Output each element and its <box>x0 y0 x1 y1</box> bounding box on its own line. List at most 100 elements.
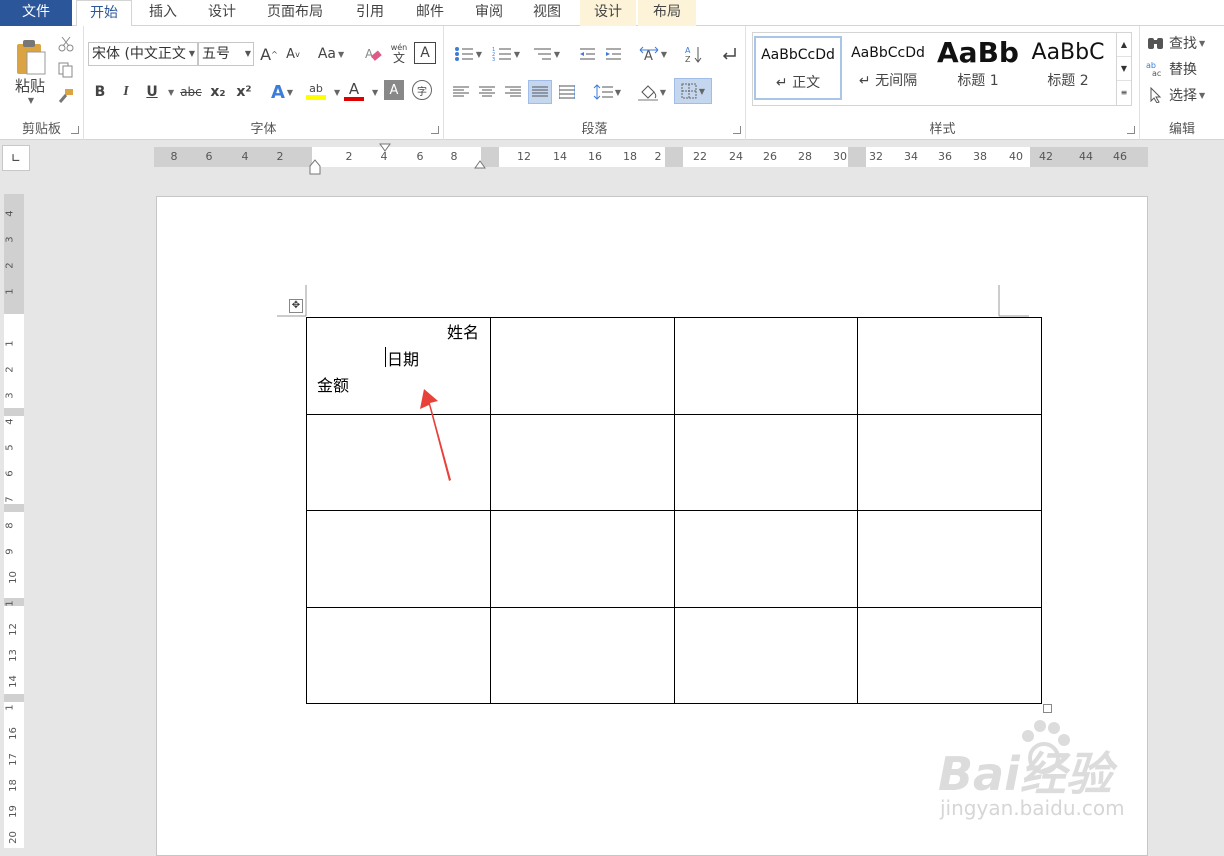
align-left-icon[interactable] <box>450 80 472 104</box>
bullets-button[interactable]: ▼ <box>450 42 486 66</box>
tab-selector-icon[interactable]: ∟ <box>2 145 30 171</box>
right-indent-icon[interactable] <box>474 159 486 169</box>
style-no-spacing[interactable]: AaBbCcDd ↵ 无间隔 <box>844 36 932 100</box>
shrink-font-icon[interactable]: Av <box>282 42 304 66</box>
copy-icon[interactable] <box>56 60 76 80</box>
clear-formatting-icon[interactable]: A <box>362 42 384 66</box>
multilevel-list-button[interactable]: ▼ <box>528 42 564 66</box>
table-cell[interactable] <box>673 510 859 608</box>
tab-page-layout[interactable]: 页面布局 <box>254 0 336 26</box>
table-cell[interactable] <box>306 606 491 704</box>
line-spacing-button[interactable]: ▼ <box>590 80 624 104</box>
table-cell[interactable] <box>857 317 1042 415</box>
table-move-handle-icon[interactable]: ✥ <box>289 299 303 313</box>
character-scaling-button[interactable]: A ▼ <box>636 42 670 66</box>
table-cell[interactable] <box>673 317 859 415</box>
table-cell[interactable] <box>857 413 1042 511</box>
tab-table-layout[interactable]: 布局 <box>638 0 696 26</box>
character-shading-icon[interactable]: A <box>384 80 404 100</box>
replace-button[interactable]: ab ac 替换 <box>1146 58 1222 80</box>
first-line-indent-icon[interactable] <box>379 143 391 153</box>
table-resize-handle-icon[interactable] <box>1043 704 1052 713</box>
paragraph-launcher-icon[interactable] <box>733 126 741 134</box>
find-icon <box>1148 38 1163 49</box>
distributed-icon[interactable] <box>556 80 578 104</box>
numbering-button[interactable]: 1 2 3 ▼ <box>488 42 524 66</box>
ruler-tick-label: 6 <box>416 150 424 163</box>
phonetic-guide-icon[interactable]: wén 文 <box>388 40 410 66</box>
text-effects-icon: A <box>270 81 285 103</box>
gallery-scroll-down-icon[interactable]: ▼ <box>1117 57 1131 81</box>
table-cell[interactable] <box>489 317 675 415</box>
font-size-combo[interactable]: 五号 ▼ <box>198 42 254 66</box>
justify-icon[interactable] <box>528 80 552 104</box>
vertical-ruler[interactable]: 4 3 2 1 1 2 3 4 5 6 7 8 9 10 1 12 13 14 1 16 17 18 19 20 <box>4 194 24 848</box>
ruler-row-marker-1[interactable] <box>4 408 24 416</box>
style-normal[interactable]: AaBbCcDd ↵ 正文 <box>754 36 842 100</box>
ruler-row-marker-4[interactable] <box>4 694 24 702</box>
increase-indent-icon[interactable] <box>602 42 624 66</box>
table-cell[interactable] <box>489 510 675 608</box>
strikethrough-button[interactable]: abc <box>178 80 204 104</box>
gallery-scroll-up-icon[interactable]: ▲ <box>1117 33 1131 57</box>
subscript-button[interactable]: x₂ <box>208 80 228 104</box>
format-painter-icon[interactable] <box>56 86 76 106</box>
paste-button[interactable]: 粘贴 ▼ <box>8 32 52 112</box>
ruler-tick-label: 42 <box>1039 150 1053 163</box>
style-heading-2[interactable]: AaBbC 标题 2 <box>1024 36 1112 100</box>
superscript-button[interactable]: x² <box>234 80 254 104</box>
decrease-indent-icon[interactable] <box>576 42 598 66</box>
highlight-button[interactable]: ab <box>302 78 330 104</box>
font-launcher-icon[interactable] <box>431 126 439 134</box>
table-cell[interactable] <box>673 413 859 511</box>
cut-icon[interactable] <box>56 34 76 54</box>
tab-review[interactable]: 审阅 <box>462 0 516 26</box>
enclose-characters-icon[interactable]: 字 <box>412 80 432 100</box>
align-center-icon[interactable] <box>476 80 498 104</box>
ruler-tick-label: 19 <box>7 805 19 818</box>
find-button[interactable]: 查找 ▼ <box>1146 32 1222 54</box>
character-border-icon[interactable]: A <box>414 42 436 64</box>
clipboard-launcher-icon[interactable] <box>71 126 79 134</box>
table-cell[interactable] <box>673 606 859 704</box>
font-color-button[interactable]: A <box>342 78 366 104</box>
tab-table-design[interactable]: 设计 <box>580 0 636 26</box>
hanging-indent-icon[interactable] <box>309 159 321 175</box>
paint-bucket-icon <box>637 85 658 101</box>
show-marks-icon[interactable] <box>718 42 740 66</box>
font-name-combo[interactable]: 宋体 (中文正文 ▼ <box>88 42 198 66</box>
gallery-more-icon[interactable]: ≡ <box>1117 81 1131 105</box>
ruler-column-marker-2[interactable] <box>665 147 683 167</box>
tab-references[interactable]: 引用 <box>340 0 400 26</box>
ruler-row-marker-2[interactable] <box>4 504 24 512</box>
tab-insert[interactable]: 插入 <box>136 0 190 26</box>
table-cell[interactable] <box>857 510 1042 608</box>
table-cell[interactable] <box>489 606 675 704</box>
borders-button[interactable]: ▼ <box>674 78 712 104</box>
table-cell[interactable] <box>306 413 491 511</box>
font-size-value: 五号 <box>202 46 230 62</box>
select-button[interactable]: 选择 ▼ <box>1146 84 1222 106</box>
tab-home[interactable]: 开始 <box>76 0 132 27</box>
sort-icon[interactable]: AZ <box>682 42 706 66</box>
style-heading-1[interactable]: AaBb 标题 1 <box>934 36 1022 100</box>
table-cell[interactable] <box>489 413 675 511</box>
ruler-column-marker-3[interactable] <box>848 147 866 167</box>
tab-view[interactable]: 视图 <box>518 0 576 26</box>
horizontal-ruler[interactable]: 8 6 4 2 2 4 6 8 12 14 16 18 2 22 24 26 28 30 32 34 36 38 40 42 4… <box>154 143 1148 175</box>
document-table[interactable] <box>306 317 1042 704</box>
shading-button[interactable]: ▼ <box>634 80 670 104</box>
underline-button[interactable]: U <box>142 80 162 104</box>
table-cell[interactable] <box>306 510 491 608</box>
text-effects-button[interactable]: A ▼ <box>268 80 296 104</box>
styles-launcher-icon[interactable] <box>1127 126 1135 134</box>
grow-font-icon[interactable]: A ^ <box>258 42 280 66</box>
align-right-icon[interactable] <box>502 80 524 104</box>
bold-button[interactable]: B <box>90 80 110 104</box>
tab-design[interactable]: 设计 <box>194 0 250 26</box>
italic-button[interactable]: I <box>116 80 136 104</box>
tab-mailings[interactable]: 邮件 <box>402 0 458 26</box>
table-cell[interactable] <box>857 606 1042 704</box>
tab-file[interactable]: 文件 <box>0 0 72 26</box>
change-case-button[interactable]: Aa ▼ <box>312 42 350 66</box>
